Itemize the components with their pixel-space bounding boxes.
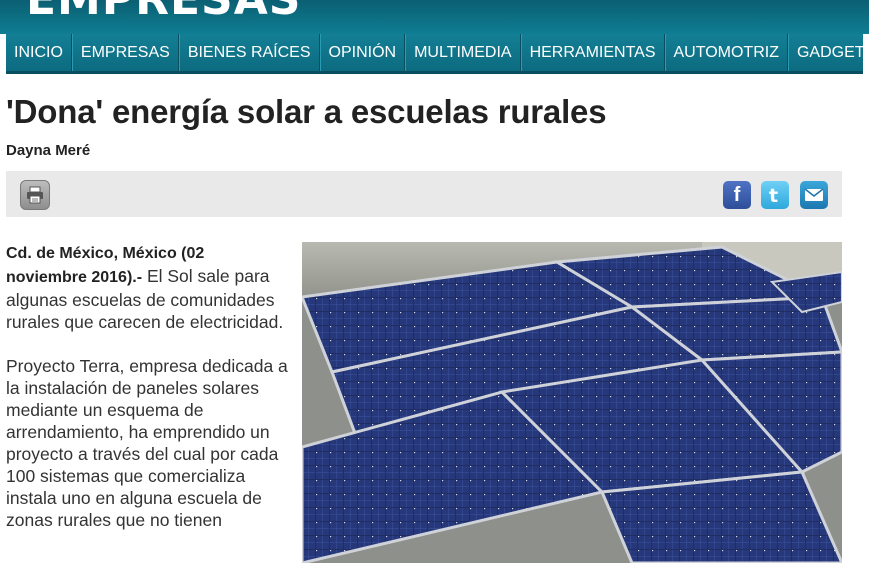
article-toolbar: f t	[6, 171, 842, 217]
twitter-icon: t	[769, 185, 778, 207]
nav-item-empresas[interactable]: EMPRESAS	[71, 34, 179, 71]
nav-item-inicio[interactable]: INICIO	[6, 34, 72, 71]
facebook-share-button[interactable]: f	[723, 181, 751, 209]
email-icon	[804, 188, 824, 201]
print-button[interactable]	[20, 180, 50, 210]
email-share-button[interactable]	[800, 181, 828, 209]
article-photo	[302, 242, 842, 563]
nav-item-bienes-raices[interactable]: BIENES RAÍCES	[178, 34, 320, 71]
main-nav: INICIO EMPRESAS BIENES RAÍCES OPINIÓN MU…	[6, 34, 869, 74]
article-author[interactable]: Dayna Meré	[6, 142, 90, 159]
article-title: 'Dona' energía solar a escuelas rurales	[6, 93, 607, 130]
article-paragraph: Proyecto Terra, empresa dedicada a la in…	[6, 356, 288, 530]
solar-panels-photo	[302, 242, 842, 563]
printer-icon	[27, 186, 43, 204]
article-body: Cd. de México, México (02 noviembre 2016…	[6, 241, 288, 553]
twitter-share-button[interactable]: t	[761, 181, 789, 209]
facebook-icon: f	[733, 183, 741, 206]
nav-item-gadgets[interactable]: GADGETS	[787, 34, 869, 71]
article-paragraph: Cd. de México, México (02 noviembre 2016…	[6, 241, 288, 333]
nav-item-opinion[interactable]: OPINIÓN	[319, 34, 406, 71]
masthead-logo[interactable]: EMPRESAS	[26, 0, 301, 25]
svg-text:t: t	[769, 185, 778, 207]
nav-item-herramientas[interactable]: HERRAMIENTAS	[520, 34, 665, 71]
nav-item-multimedia[interactable]: MULTIMEDIA	[405, 34, 521, 71]
nav-item-automotriz[interactable]: AUTOMOTRIZ	[664, 34, 788, 71]
masthead: EMPRESAS	[0, 0, 869, 34]
